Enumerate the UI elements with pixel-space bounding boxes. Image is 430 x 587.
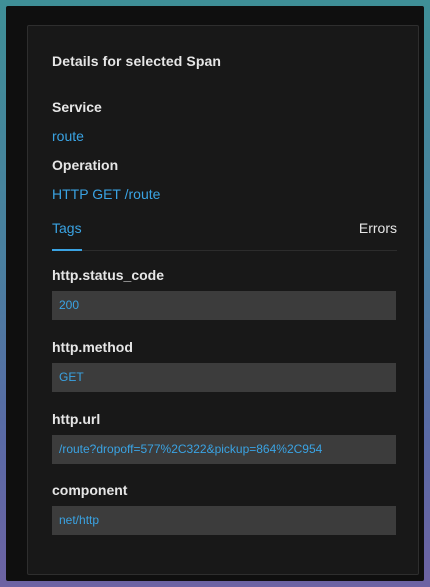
details-tabs: Tags Errors bbox=[52, 220, 397, 251]
service-label: Service bbox=[52, 99, 102, 115]
tag-key-method: http.method bbox=[52, 339, 133, 355]
tag-key-status-code: http.status_code bbox=[52, 267, 165, 283]
operation-value-link[interactable]: HTTP GET /route bbox=[52, 186, 160, 202]
service-value-link[interactable]: route bbox=[52, 128, 84, 144]
tab-tags[interactable]: Tags bbox=[52, 220, 82, 251]
panel-title: Details for selected Span bbox=[52, 53, 222, 69]
span-details-panel: Details for selected Span Service route … bbox=[27, 25, 419, 575]
window-frame: Details for selected Span Service route … bbox=[6, 6, 424, 581]
tag-key-url: http.url bbox=[52, 411, 101, 427]
tag-value-method[interactable]: GET bbox=[52, 363, 396, 392]
operation-label: Operation bbox=[52, 157, 119, 173]
tab-errors[interactable]: Errors bbox=[359, 220, 397, 250]
tag-key-component: component bbox=[52, 482, 128, 498]
tag-value-component[interactable]: net/http bbox=[52, 506, 396, 535]
tag-value-status-code[interactable]: 200 bbox=[52, 291, 396, 320]
tag-value-url[interactable]: /route?dropoff=577%2C322&pickup=864%2C95… bbox=[52, 435, 396, 464]
